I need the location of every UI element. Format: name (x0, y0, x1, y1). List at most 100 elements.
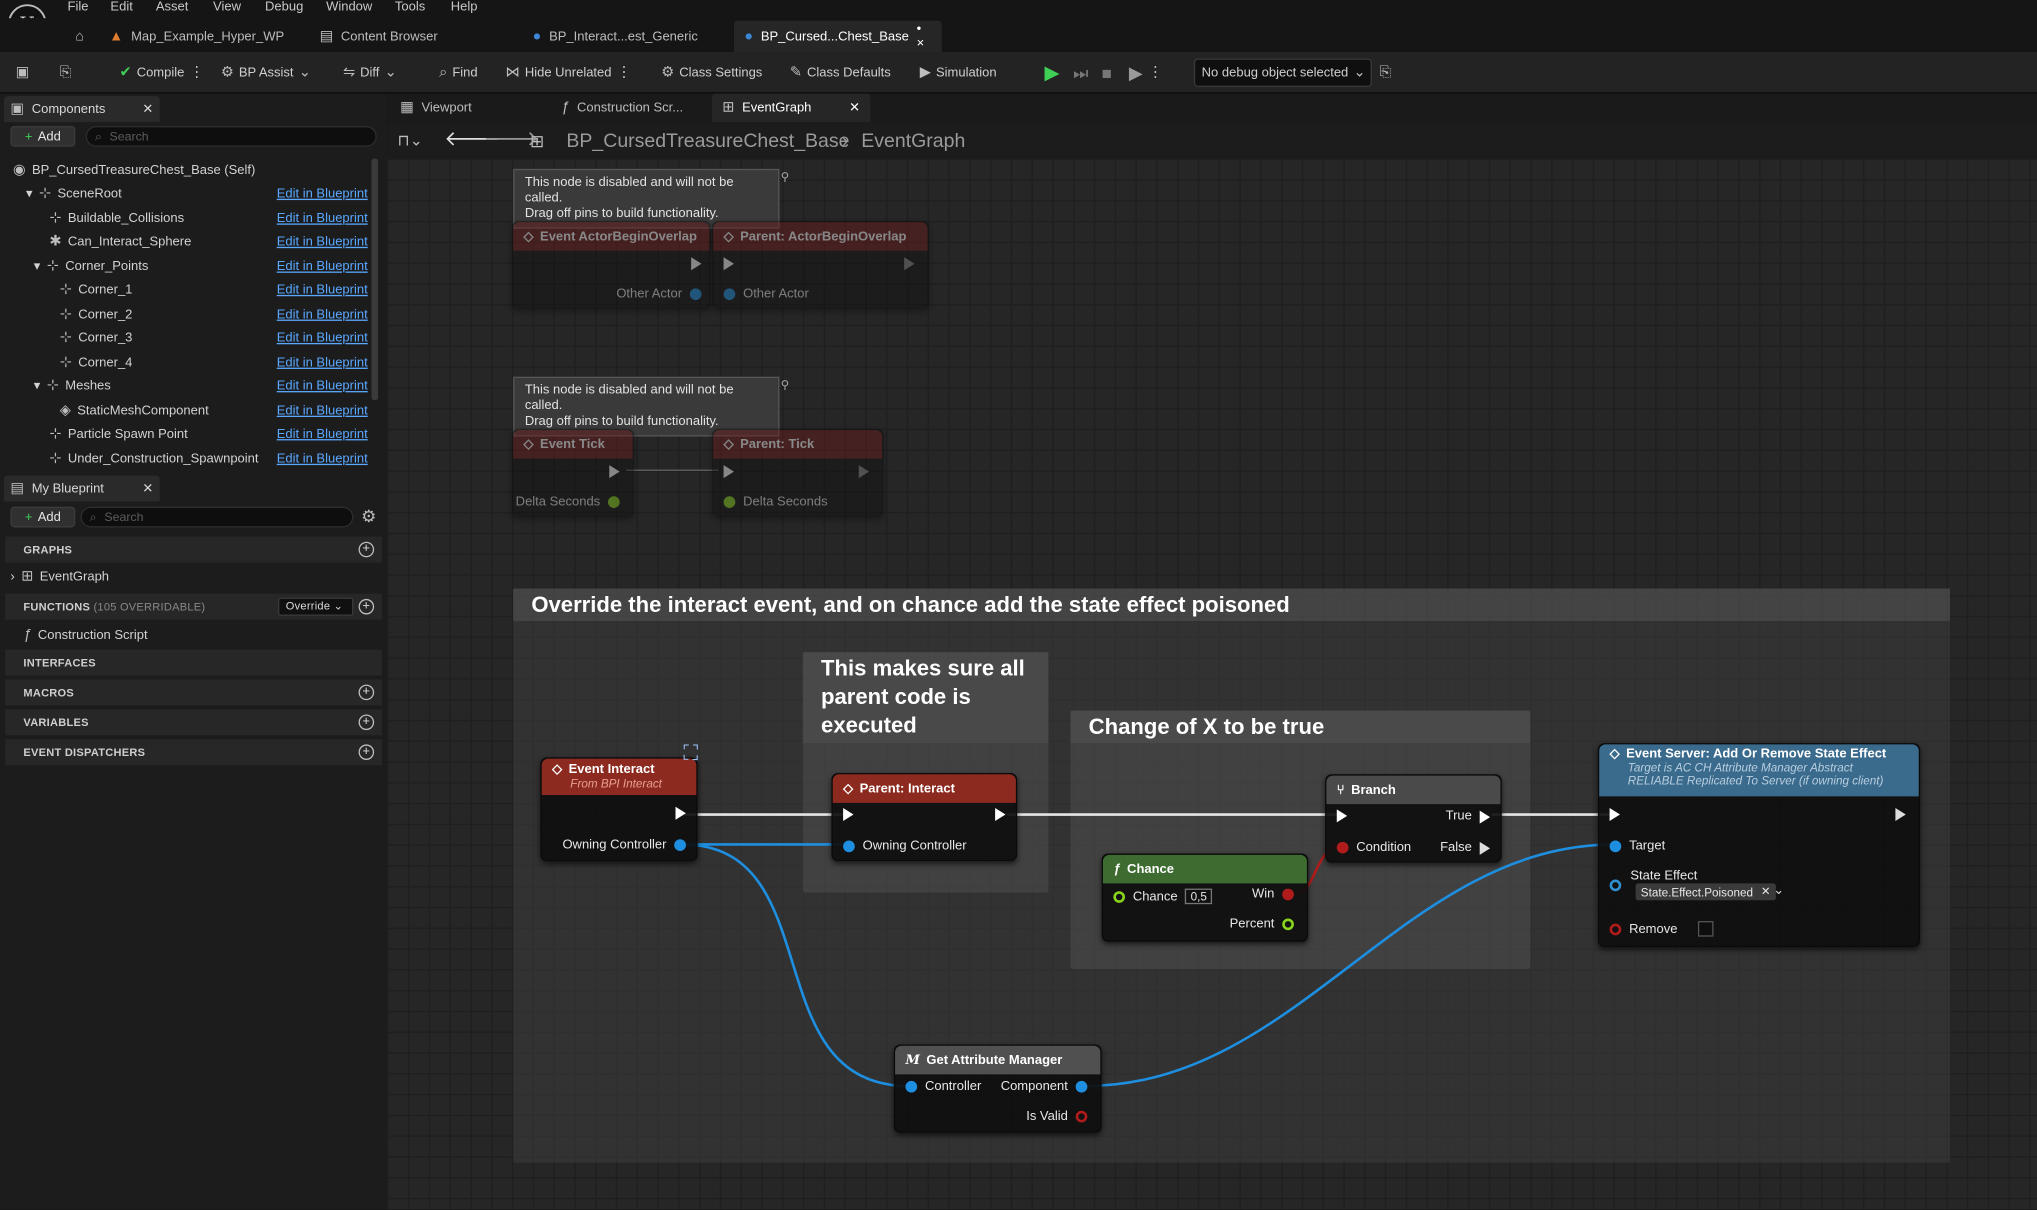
pin-label: Remove (1629, 921, 1678, 937)
object-pin-icon (723, 288, 736, 301)
node-title: Event Tick (540, 437, 605, 452)
exec-in-pin[interactable] (1336, 809, 1348, 823)
condition-pin[interactable]: Condition (1336, 841, 1411, 855)
node-title: Parent: ActorBeginOverlap (740, 229, 907, 244)
node-chance[interactable]: ƒ Chance Chance 0,5 Win Percent (1101, 853, 1309, 942)
other-actor-pin[interactable]: Other Actor (723, 287, 809, 302)
node-parent-interact[interactable]: ◇ Parent: Interact Owning Controller (831, 772, 1018, 862)
remove-pin[interactable]: Remove (1609, 921, 1714, 937)
pin-label: Is Valid (1026, 1109, 1068, 1124)
node-event-interact[interactable]: ◇ Event Interact From BPI Interact Owning … (540, 757, 698, 862)
target-pin[interactable]: Target (1609, 839, 1666, 854)
state-effect-tag[interactable]: State.Effect.Poisoned ✕ (1635, 883, 1776, 901)
exec-out-pin[interactable] (675, 806, 686, 820)
event-diamond-icon: ◇ (552, 762, 563, 777)
exec-pin-icon (858, 465, 870, 479)
object-pin-icon (689, 288, 702, 301)
exec-in-pin[interactable] (843, 808, 854, 822)
component-pin[interactable]: Component (1001, 1080, 1088, 1094)
exec-out-pin[interactable] (995, 808, 1006, 822)
chevron-down-icon[interactable]: ⌄ (1773, 883, 1784, 897)
float-pin-icon (723, 496, 736, 508)
node-title: Event Interact (568, 762, 655, 777)
node-server-add-remove-state-effect[interactable]: ◇ Event Server: Add Or Remove State Effec… (1597, 743, 1921, 948)
event-diamond-icon: ◇ (723, 229, 734, 244)
event-diamond-icon: ◇ (523, 229, 534, 244)
controller-pin[interactable]: Controller (905, 1080, 981, 1094)
event-diamond-icon: ◇ (523, 437, 534, 452)
node-subtitle: From BPI Interact (570, 776, 662, 790)
exec-out-pin[interactable] (691, 257, 702, 271)
is-valid-pin[interactable]: Is Valid (1026, 1109, 1088, 1124)
exec-pin-icon (1479, 841, 1491, 855)
object-pin-icon (1075, 1080, 1088, 1093)
bool-pin-icon (1075, 1110, 1088, 1123)
pin-label: State Effect (1630, 869, 1698, 884)
exec-in-pin[interactable] (723, 465, 734, 479)
macro-icon: M (905, 1052, 920, 1068)
object-pin-icon (843, 840, 855, 853)
state-effect-pin[interactable] (1609, 879, 1622, 892)
owning-controller-pin[interactable]: Owning Controller (843, 839, 967, 854)
event-diamond-icon: ◇ (1609, 746, 1620, 762)
owning-controller-pin[interactable]: Owning Controller (562, 837, 686, 853)
node-parent-tick[interactable]: ◇ Parent: Tick Delta Seconds (711, 428, 884, 518)
disabled-node-tooltip: This node is disabled and will not be ca… (513, 376, 780, 437)
pin-label: Target (1629, 839, 1666, 854)
pin-icon[interactable]: ⚲ (781, 378, 790, 392)
exec-pin-icon (675, 806, 686, 820)
node-title: Event Server: Add Or Remove State Effect (1626, 746, 1887, 762)
remove-checkbox[interactable] (1698, 921, 1714, 937)
node-event-begin-overlap[interactable]: ◇ Event ActorBeginOverlap Other Actor (511, 220, 711, 310)
tooltip-line: This node is disabled and will not be ca… (524, 175, 734, 206)
pin-label: Owning Controller (562, 837, 667, 853)
pin-label: Component (1000, 1079, 1068, 1094)
disabled-node-tooltip: This node is disabled and will not be ca… (513, 168, 780, 229)
exec-pin-icon (843, 808, 854, 822)
bool-pin-icon (1336, 841, 1349, 854)
node-title: Parent: Interact (859, 781, 955, 796)
win-pin[interactable]: Win (1252, 887, 1294, 902)
tooltip-line: Drag off pins to build functionality. (524, 414, 719, 429)
float-pin-icon (607, 496, 620, 508)
pin-label: Delta Seconds (515, 494, 601, 510)
true-pin[interactable]: True (1446, 809, 1491, 824)
delta-seconds-pin[interactable]: Delta Seconds (723, 495, 828, 509)
wires-layer (626, 469, 1615, 1088)
chance-input-pin[interactable]: Chance 0,5 (1113, 888, 1213, 905)
exec-in-pin[interactable] (723, 257, 734, 271)
tooltip-line: This node is disabled and will not be ca… (524, 383, 734, 414)
exec-out-pin[interactable] (609, 465, 620, 479)
other-actor-pin[interactable]: Other Actor (616, 287, 702, 301)
close-icon[interactable]: ✕ (1761, 885, 1771, 899)
pin-label: Controller (924, 1079, 982, 1094)
exec-in-pin[interactable] (1609, 808, 1620, 822)
node-subtitle: RELIABLE Replicated To Server (if owning… (1627, 774, 1884, 788)
object-wire[interactable] (682, 843, 910, 1088)
branch-icon: ⑂ (1336, 782, 1345, 798)
exec-out-pin[interactable] (904, 257, 915, 271)
exec-pin-icon (691, 257, 702, 271)
exec-out-pin[interactable] (858, 465, 870, 479)
node-title: Branch (1351, 782, 1396, 798)
object-pin-icon (905, 1080, 918, 1093)
chance-value-input[interactable]: 0,5 (1185, 888, 1213, 905)
exec-pin-icon (904, 257, 915, 271)
node-get-attribute-manager[interactable]: M Get Attribute Manager Controller Compon… (893, 1044, 1102, 1133)
pin-label: Chance (1132, 889, 1178, 904)
pin-label: Owning Controller (862, 839, 967, 854)
node-parent-begin-overlap[interactable]: ◇ Parent: ActorBeginOverlap Other Actor (711, 220, 929, 310)
percent-pin[interactable]: Percent (1230, 917, 1294, 931)
float-pin-icon (1113, 890, 1126, 903)
pin-label: Other Actor (743, 287, 809, 302)
exec-pin-icon (995, 808, 1006, 822)
node-event-tick[interactable]: ◇ Event Tick Delta Seconds (511, 428, 634, 518)
struct-pin-icon (1609, 879, 1622, 892)
node-branch[interactable]: ⑂ Branch True Condition False (1325, 774, 1502, 863)
delta-seconds-pin[interactable]: Delta Seconds (516, 495, 620, 509)
pin-icon[interactable]: ⚲ (781, 170, 790, 184)
object-pin-icon (674, 839, 686, 851)
bool-pin-icon (1609, 923, 1622, 935)
exec-out-pin[interactable] (1895, 808, 1906, 822)
false-pin[interactable]: False (1440, 841, 1491, 855)
